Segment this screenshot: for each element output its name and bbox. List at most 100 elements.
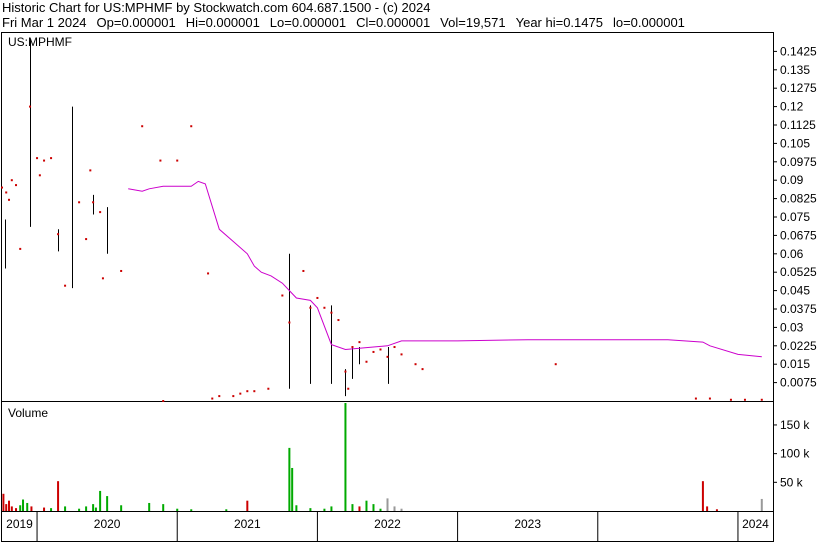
close-price-dot: [38, 174, 41, 177]
volume-bar: [5, 504, 8, 511]
volume-bar: [288, 447, 291, 511]
close-price-dot: [10, 179, 13, 182]
price-tick-label: 0.1125: [780, 118, 816, 132]
close-price-dot: [101, 277, 104, 280]
close-price-dot: [316, 296, 319, 299]
close-price-dot: [89, 169, 92, 172]
volume-bar: [715, 509, 718, 511]
close-price-dot: [8, 198, 11, 201]
price-tick-label: 0.045: [780, 284, 810, 298]
year-label: 2019: [6, 517, 33, 531]
close-price-dot: [141, 125, 144, 128]
price-tick-label: 0.0975: [780, 155, 817, 169]
close-price-dot: [309, 306, 312, 309]
volume-bar: [295, 505, 298, 511]
close-price-dot: [64, 284, 67, 287]
volume-bar: [330, 506, 333, 511]
volume-bar: [26, 502, 29, 511]
close-price-dot: [288, 321, 291, 324]
volume-bar: [176, 508, 179, 511]
close-price-dot: [239, 392, 242, 395]
price-volume-chart: 0.1425 0.135 0.1275 0.12 0.1125 0.105 0.0975 0.…: [1, 32, 817, 542]
volume-bar: [50, 508, 53, 511]
volume-bar: [10, 506, 13, 511]
volume-bar: [344, 403, 347, 511]
close-price-dot: [337, 319, 340, 322]
volume-bar: [85, 506, 88, 511]
volume-bar: [57, 481, 60, 511]
close-price-dot: [351, 346, 354, 349]
volume-bar: [309, 508, 312, 511]
volume-bar: [99, 490, 102, 511]
close-price-dot: [85, 238, 88, 241]
price-tick-label: 0.0675: [780, 228, 817, 242]
volume-bar: [323, 508, 326, 511]
close-price-dot: [554, 363, 557, 366]
volume-bar: [372, 504, 375, 511]
volume-axis: 150 k 100 k 50 k: [773, 418, 810, 489]
volume-bar: [760, 498, 763, 511]
price-tick-label: 0.1275: [780, 81, 817, 95]
close-price-dot: [162, 400, 165, 402]
symbol-label: US:MPHMF: [8, 35, 72, 49]
volume-bar: [19, 505, 22, 511]
volume-panel-frame: [1, 401, 774, 512]
close-price-dot: [330, 311, 333, 314]
volume-bar: [162, 504, 165, 511]
price-tick-label: 0.0525: [780, 265, 817, 279]
price-tick-label: 0.12: [780, 100, 804, 114]
volume-bar: [400, 508, 403, 511]
volume-bar: [30, 506, 33, 511]
volume-bar: [358, 506, 361, 511]
close-price-dot: [19, 247, 22, 250]
volume-bar: [148, 502, 151, 511]
volume-bar: [120, 505, 123, 511]
volume-bar: [351, 504, 354, 511]
close-price-dot: [5, 191, 8, 194]
volume-bar: [92, 504, 95, 511]
close-price-dot: [176, 159, 179, 162]
close-price-dot: [365, 360, 368, 363]
close-price-dot: [43, 159, 46, 162]
volume-bar: [22, 499, 25, 511]
price-axis: 0.1425 0.135 0.1275 0.12 0.1125 0.105 0.0975 0.…: [773, 44, 817, 390]
close-price-dot: [379, 348, 382, 351]
volume-bar: [2, 493, 5, 511]
price-tick-label: 0.0375: [780, 302, 817, 316]
close-price-dot: [729, 398, 732, 401]
close-price-dot: [760, 398, 763, 401]
volume-bar: [78, 508, 81, 511]
year-label: 2023: [514, 517, 541, 531]
price-tick-label: 0.135: [780, 63, 810, 77]
close-price-dot: [190, 125, 193, 128]
close-price-dot: [694, 397, 697, 400]
volume-bar: [706, 506, 709, 511]
year-label: 2021: [234, 517, 261, 531]
year-label: 2020: [94, 517, 121, 531]
volume-bar: [379, 508, 382, 511]
volume-bar: [365, 500, 368, 511]
close-price-dot: [414, 363, 417, 366]
volume-tick-label: 50 k: [780, 475, 804, 489]
close-price-dot: [57, 233, 60, 236]
price-tick-label: 0.015: [780, 357, 810, 371]
volume-tick-label: 100 k: [780, 447, 810, 461]
volume-bar: [8, 500, 11, 511]
close-price-dot: [29, 105, 32, 108]
price-tick-label: 0.0075: [780, 376, 817, 390]
close-price-dot: [421, 368, 424, 371]
close-price-dot: [372, 350, 375, 353]
close-price-dot: [120, 269, 123, 272]
volume-bar: [225, 509, 228, 511]
close-price-dot: [92, 201, 95, 204]
close-price-dot: [253, 390, 256, 393]
close-price-dot: [50, 157, 53, 160]
volume-bar: [43, 507, 46, 511]
close-price-dot: [211, 397, 214, 400]
close-price-dot: [358, 341, 361, 344]
volume-bar: [386, 498, 389, 511]
close-price-dot: [281, 294, 284, 297]
price-tick-label: 0.06: [780, 247, 804, 261]
volume-bar: [246, 500, 249, 511]
close-price-dot: [344, 370, 347, 373]
